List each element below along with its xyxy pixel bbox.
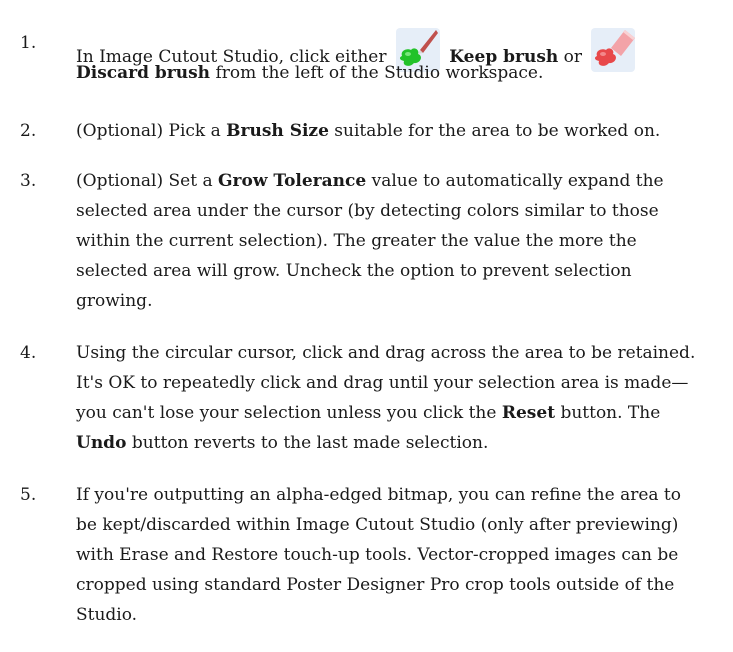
discard-brush-icon (591, 28, 636, 72)
step-bold-term: Undo (76, 433, 127, 453)
step-text: button reverts to the last made selectio… (126, 433, 489, 453)
step-4-line-3: you can't lose your selection unless you… (76, 398, 660, 428)
step-text: value to automatically expand the (366, 171, 664, 191)
step-3-line-1: (Optional) Set a Grow Tolerance value to… (76, 166, 664, 196)
step-2-line-1: (Optional) Pick a Brush Size suitable fo… (76, 116, 660, 146)
step-3-line-3: within the current selection). The great… (76, 231, 637, 251)
step-text: (Optional) Set a (76, 171, 218, 191)
step-text: (Optional) Pick a (76, 121, 227, 141)
step-3-line-5: growing. (76, 291, 153, 311)
step-4-line-4: Undo button reverts to the last made sel… (76, 428, 488, 458)
step-1-line-2: Discard brush from the left of the Studi… (76, 58, 543, 88)
step-text: from the left of the Studio workspace. (210, 63, 544, 83)
step-4-line-2: It's OK to repeatedly click and drag unt… (76, 373, 689, 393)
step-bold-term: Brush Size (226, 121, 329, 141)
step-5-line-4: cropped using standard Poster Designer P… (76, 575, 675, 595)
step-number: 2. (20, 121, 37, 141)
step-3-line-2: selected area under the cursor (by detec… (76, 201, 659, 221)
step-bold-term: Reset (501, 403, 556, 423)
instruction-steps: 1. In Image Cutout Studio, click either … (0, 0, 733, 652)
step-text: or (558, 47, 583, 67)
step-text: suitable for the area to be worked on. (328, 121, 661, 141)
step-5-line-1: If you're outputting an alpha-edged bitm… (76, 485, 681, 505)
step-3-line-4: selected area will grow. Uncheck the opt… (76, 261, 632, 281)
step-bold-term: Discard brush (76, 63, 211, 83)
step-bold-term: Grow Tolerance (218, 171, 367, 191)
step-number: 5. (20, 485, 37, 505)
step-5-line-2: be kept/discarded within Image Cutout St… (76, 515, 679, 535)
step-4-line-1: Using the circular cursor, click and dra… (76, 343, 696, 363)
step-number: 3. (20, 171, 37, 191)
step-5-line-3: with Erase and Restore touch-up tools. V… (76, 545, 679, 565)
step-text: you can't lose your selection unless you… (76, 403, 502, 423)
step-number: 4. (20, 343, 37, 363)
step-number: 1. (20, 33, 37, 53)
step-text: button. The (555, 403, 661, 423)
step-5-line-5: Studio. (76, 605, 138, 625)
